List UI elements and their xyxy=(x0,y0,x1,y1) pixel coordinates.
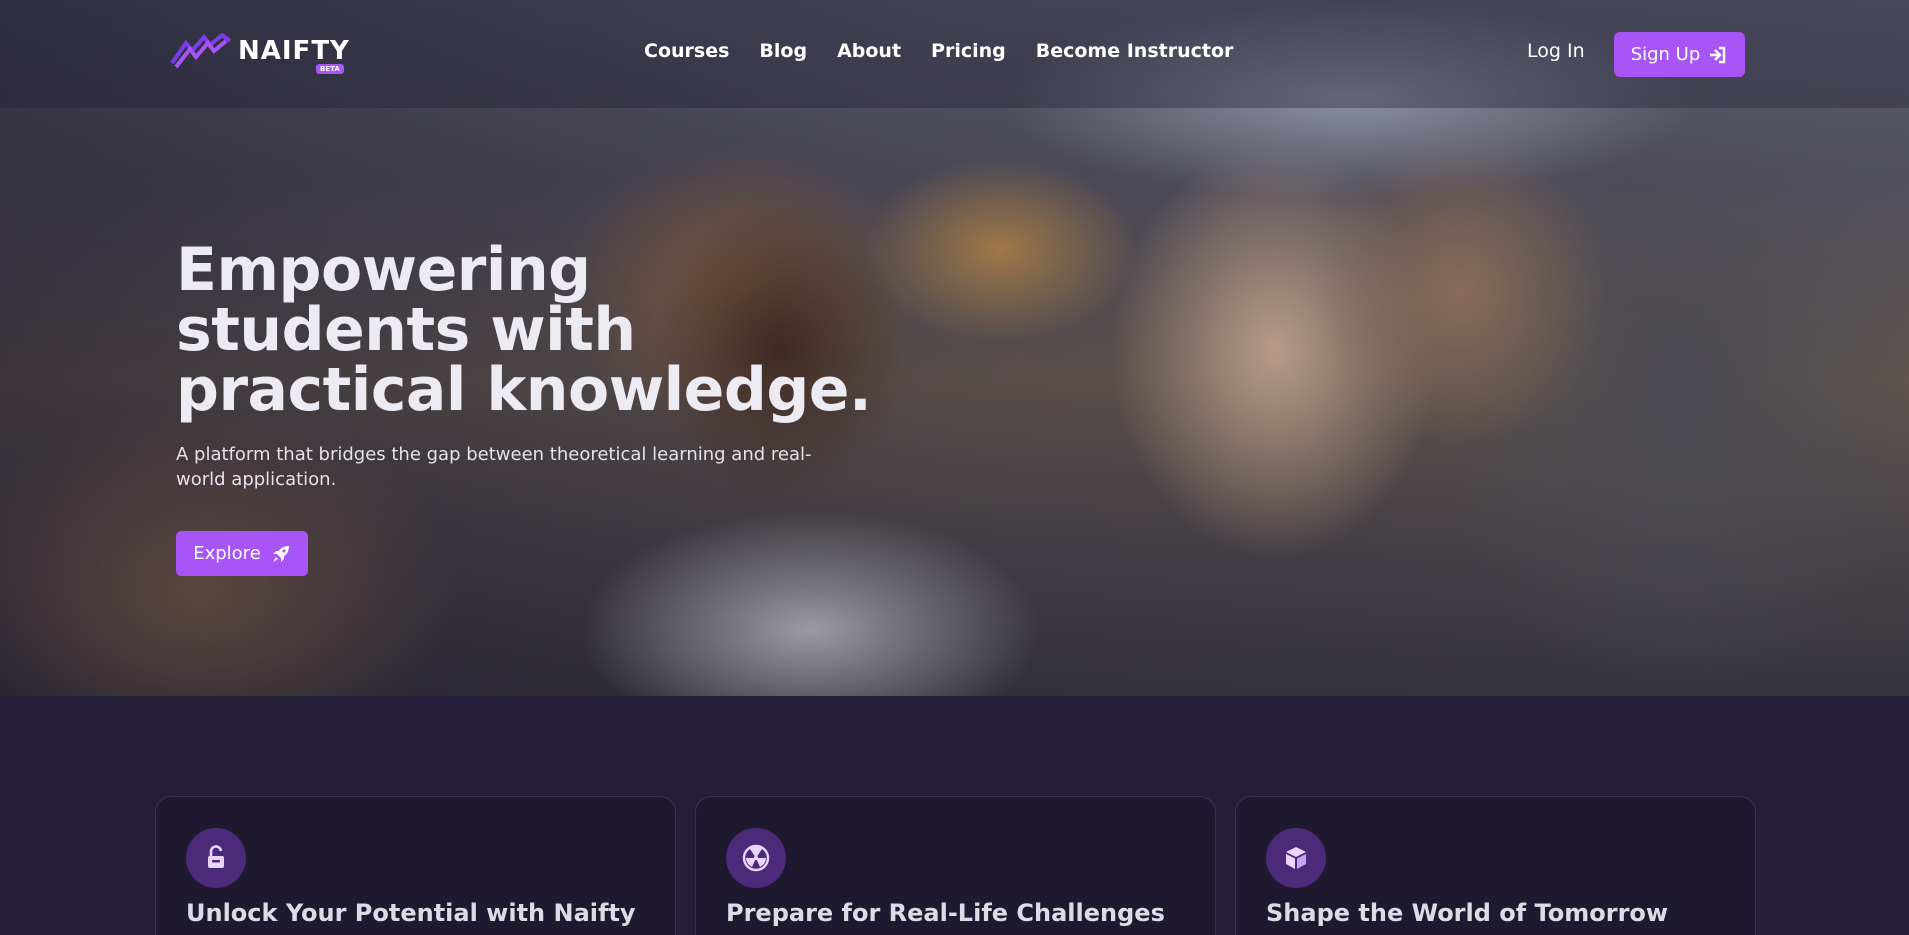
feature-card-challenges: Prepare for Real-Life Challenges xyxy=(695,796,1216,935)
hero-title: Empowering students with practical knowl… xyxy=(176,235,872,425)
nav-links: Courses Blog About Pricing Become Instru… xyxy=(644,40,1233,62)
feature-title: Prepare for Real-Life Challenges xyxy=(726,899,1165,927)
signup-button[interactable]: Sign Up xyxy=(1614,32,1745,77)
feature-icon-badge xyxy=(726,828,786,888)
feature-icon-badge xyxy=(186,828,246,888)
brand-logo[interactable]: NAIFTY BETA xyxy=(170,33,350,74)
feature-card-tomorrow: Shape the World of Tomorrow xyxy=(1235,796,1756,935)
hero-subtitle: A platform that bridges the gap between … xyxy=(176,444,812,490)
login-link[interactable]: Log In xyxy=(1527,40,1585,62)
brand-name: NAIFTY xyxy=(238,36,350,66)
top-navbar: NAIFTY BETA Courses Blog About Pricing B… xyxy=(0,0,1909,108)
logo-mark-icon xyxy=(170,33,232,69)
nav-link-pricing[interactable]: Pricing xyxy=(931,40,1006,62)
sign-in-icon xyxy=(1710,46,1726,63)
feature-title: Shape the World of Tomorrow xyxy=(1266,899,1669,927)
explore-button-label: Explore xyxy=(193,543,261,564)
hero-section: NAIFTY BETA Courses Blog About Pricing B… xyxy=(0,0,1909,696)
radiation-icon xyxy=(742,844,770,872)
feature-icon-badge xyxy=(1266,828,1326,888)
background-photo-region xyxy=(1300,120,1620,460)
explore-button[interactable]: Explore xyxy=(176,531,308,576)
feature-card-unlock: Unlock Your Potential with Naifty xyxy=(155,796,676,935)
unlock-icon xyxy=(208,845,224,868)
background-photo-region xyxy=(560,500,1060,696)
nav-link-blog[interactable]: Blog xyxy=(759,40,807,62)
feature-title: Unlock Your Potential with Naifty xyxy=(186,899,636,927)
nav-link-become-instructor[interactable]: Become Instructor xyxy=(1036,40,1234,62)
signup-button-label: Sign Up xyxy=(1630,44,1701,65)
beta-badge: BETA xyxy=(316,64,344,74)
rocket-icon xyxy=(272,545,289,562)
cube-icon xyxy=(1286,847,1306,869)
nav-link-courses[interactable]: Courses xyxy=(644,40,729,62)
nav-link-about[interactable]: About xyxy=(837,40,901,62)
